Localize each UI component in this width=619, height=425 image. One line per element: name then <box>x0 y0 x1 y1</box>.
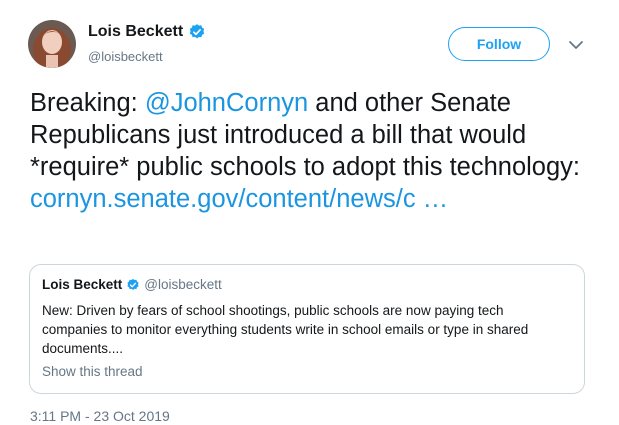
author-name-row: Lois Beckett <box>88 23 206 41</box>
avatar[interactable] <box>28 20 76 68</box>
chevron-down-icon[interactable] <box>568 40 584 50</box>
author-name[interactable]: Lois Beckett <box>88 23 183 41</box>
avatar-photo <box>28 20 76 68</box>
verified-badge-icon <box>127 278 139 290</box>
tweet-text: Breaking: @JohnCornyn and other Senate R… <box>30 87 590 215</box>
quoted-tweet[interactable]: Lois Beckett @loisbeckett New: Driven by… <box>29 264 585 394</box>
quoted-author-row: Lois Beckett @loisbeckett <box>42 277 222 292</box>
quoted-author-handle: @loisbeckett <box>144 277 222 292</box>
quoted-tweet-text: New: Driven by fears of school shootings… <box>42 303 529 356</box>
quoted-author-name: Lois Beckett <box>42 277 123 292</box>
mention-link[interactable]: @JohnCornyn <box>145 89 308 117</box>
tweet-timestamp[interactable]: 3:11 PM - 23 Oct 2019 <box>30 408 170 424</box>
verified-badge-icon <box>190 24 205 39</box>
follow-button[interactable]: Follow <box>448 27 550 61</box>
author-handle[interactable]: @loisbeckett <box>88 49 163 64</box>
tweet-text-part1: Breaking: <box>30 89 145 117</box>
show-thread-link[interactable]: Show this thread <box>42 364 143 379</box>
url-link[interactable]: cornyn.senate.gov/content/news/c … <box>30 185 448 213</box>
